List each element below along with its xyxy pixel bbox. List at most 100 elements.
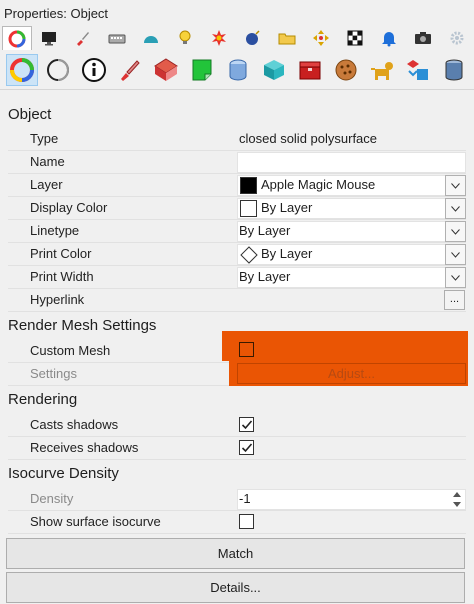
section-object-heading: Object — [8, 106, 52, 123]
camera-icon — [415, 32, 431, 44]
gear-icon — [450, 31, 464, 45]
toolbar-cube-button[interactable] — [258, 54, 290, 86]
casts-shadows-checkbox[interactable] — [239, 417, 254, 432]
linetype-dropdown-button[interactable] — [445, 221, 466, 242]
hyperlink-label: Hyperlink — [30, 292, 85, 307]
circle-outline-icon — [47, 59, 69, 81]
folder-icon — [278, 33, 296, 45]
tab-object-properties[interactable] — [2, 26, 32, 50]
layer-dropdown-button[interactable] — [445, 175, 466, 196]
chevron-down-icon — [451, 205, 460, 212]
window-title: Properties: Object — [4, 6, 109, 21]
bomb-icon — [246, 30, 260, 45]
density-label: Density — [30, 491, 74, 506]
row-density: Density -1 — [8, 488, 466, 511]
check-icon — [241, 419, 252, 429]
display-color-swatch — [240, 200, 257, 217]
section-render-mesh-heading: Render Mesh Settings — [8, 317, 157, 334]
custom-mesh-label: Custom Mesh — [30, 343, 111, 358]
dog-icon — [371, 62, 393, 80]
object-icon-toolbar — [0, 50, 474, 90]
tab-display[interactable] — [34, 26, 64, 50]
receives-shadows-label: Receives shadows — [30, 440, 139, 455]
chevron-up-icon — [453, 491, 461, 497]
info-icon — [82, 58, 106, 82]
row-casts-shadows: Casts shadows — [8, 414, 466, 437]
tab-light[interactable] — [170, 26, 200, 50]
density-input[interactable] — [237, 489, 466, 510]
tab-camera[interactable] — [408, 26, 438, 50]
display-color-dropdown-button[interactable] — [445, 198, 466, 219]
type-label: Type — [30, 131, 59, 146]
toolbar-curve-button[interactable] — [42, 54, 74, 86]
print-color-value: By Layer — [261, 246, 313, 261]
starburst-icon — [212, 30, 226, 46]
row-type: Type closed solid polysurface — [8, 128, 466, 151]
section-isocurve-heading: Isocurve Density — [8, 465, 119, 482]
dome-icon — [144, 36, 158, 43]
property-tabs — [0, 26, 474, 50]
spin-up-arrow[interactable] — [448, 489, 466, 499]
toolbar-cookie-button[interactable] — [330, 54, 362, 86]
toolbar-dog-button[interactable] — [366, 54, 398, 86]
texture-box-icon — [154, 58, 178, 81]
tab-files[interactable] — [272, 26, 302, 50]
tab-settings[interactable] — [442, 26, 472, 50]
toolbar-page-button[interactable] — [186, 54, 218, 86]
cylinder-icon — [229, 59, 247, 81]
red-box-icon — [299, 61, 321, 80]
toolbar-paint-button[interactable] — [114, 54, 146, 86]
casts-shadows-label: Casts shadows — [30, 417, 119, 432]
hyperlink-browse-button[interactable]: ... — [444, 290, 465, 310]
row-linetype: Linetype By Layer — [8, 220, 466, 243]
row-print-color: Print Color By Layer — [8, 243, 466, 266]
custom-mesh-checkbox[interactable] — [239, 342, 254, 357]
tab-material[interactable] — [68, 26, 98, 50]
toolbar-cylinder-button[interactable] — [222, 54, 254, 86]
show-isocurve-checkbox[interactable] — [239, 514, 254, 529]
row-show-isocurve: Show surface isocurve — [8, 511, 466, 534]
toolbar-color-button[interactable] — [6, 54, 38, 86]
checker-icon — [347, 30, 363, 46]
density-spinner[interactable] — [448, 489, 466, 510]
toolbar-texture-button[interactable] — [150, 54, 182, 86]
tab-pattern[interactable] — [340, 26, 370, 50]
details-button[interactable]: Details... — [6, 572, 465, 603]
green-page-icon — [192, 59, 212, 81]
receives-shadows-checkbox[interactable] — [239, 440, 254, 455]
display-color-value: By Layer — [261, 200, 313, 215]
chevron-down-icon — [451, 274, 460, 281]
layer-value: Apple Magic Mouse — [261, 177, 376, 192]
tab-keyboard[interactable] — [102, 26, 132, 50]
row-layer: Layer Apple Magic Mouse — [8, 174, 466, 197]
print-width-value: By Layer — [239, 269, 291, 284]
row-hyperlink: Hyperlink ... — [8, 289, 466, 312]
tab-sun[interactable] — [204, 26, 234, 50]
adjust-button[interactable]: Adjust... — [237, 363, 466, 384]
database-icon — [445, 59, 463, 81]
row-receives-shadows: Receives shadows — [8, 437, 466, 460]
match-button[interactable]: Match — [6, 538, 465, 569]
linetype-label: Linetype — [30, 223, 80, 238]
tab-notifications[interactable] — [374, 26, 404, 50]
name-input[interactable] — [237, 152, 466, 173]
print-color-dropdown-button[interactable] — [445, 244, 466, 265]
tab-effects[interactable] — [238, 26, 268, 50]
custom-mesh-highlight — [222, 331, 468, 361]
toolbar-transfer-button[interactable] — [402, 54, 434, 86]
display-color-label: Display Color — [30, 200, 108, 215]
chevron-down-icon — [451, 182, 460, 189]
cookie-icon — [335, 59, 357, 81]
diamond-icon — [240, 246, 258, 264]
toolbar-info-button[interactable] — [78, 54, 110, 86]
spin-down-arrow[interactable] — [448, 499, 466, 509]
layer-color-swatch — [240, 177, 257, 194]
toolbar-database-button[interactable] — [438, 54, 470, 86]
row-name: Name — [8, 151, 466, 174]
chevron-down-icon — [451, 228, 460, 235]
tab-transform[interactable] — [306, 26, 336, 50]
transfer-icon — [407, 60, 428, 80]
toolbar-box-button[interactable] — [294, 54, 326, 86]
tab-environment[interactable] — [136, 26, 166, 50]
print-width-dropdown-button[interactable] — [445, 267, 466, 288]
